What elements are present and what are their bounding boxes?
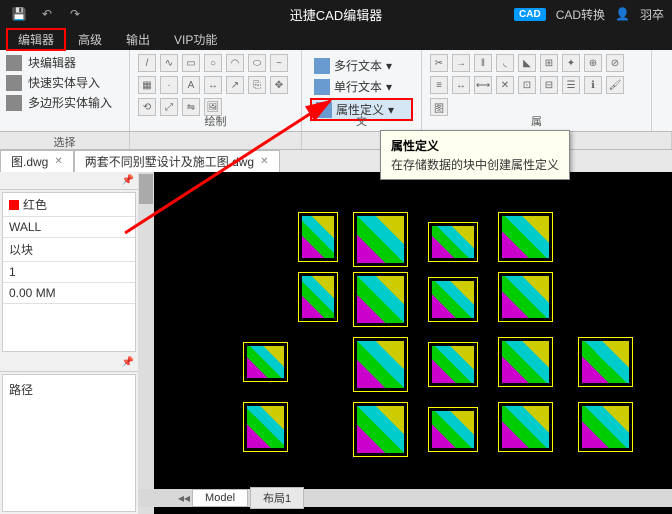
move-tool[interactable]: ✥ [270, 76, 288, 94]
user-icon[interactable]: 👤 [615, 7, 630, 21]
quick-import-button[interactable]: 快速实体导入 [6, 74, 123, 91]
prop-color[interactable]: 红色 [3, 193, 135, 217]
hatch-tool[interactable]: ▦ [138, 76, 156, 94]
tooltip-title: 属性定义 [391, 137, 559, 154]
import-icon [6, 75, 22, 91]
point-tool[interactable]: · [160, 76, 178, 94]
line-tool[interactable]: / [138, 54, 156, 72]
model-tab[interactable]: Model [192, 489, 248, 507]
tooltip-desc: 在存储数据的块中创建属性定义 [391, 156, 559, 173]
prop-size[interactable]: 0.00 MM [3, 283, 135, 304]
tab-nav-prev[interactable]: ◂◂ [178, 491, 190, 505]
block-icon [6, 55, 22, 71]
text-tool[interactable]: A [182, 76, 200, 94]
titlebar: 💾 ↶ ↷ 迅捷CAD编辑器 CAD CAD转换 👤 羽卒 [0, 0, 672, 28]
prop-scale[interactable]: 1 [3, 262, 135, 283]
menu-advanced[interactable]: 高级 [66, 28, 114, 51]
break-tool[interactable]: ⊘ [606, 54, 624, 72]
trim-tool[interactable]: ✂ [430, 54, 448, 72]
extend-tool[interactable]: → [452, 54, 470, 72]
app-title: 迅捷CAD编辑器 [290, 5, 382, 24]
layer-tool[interactable]: ☰ [562, 76, 580, 94]
select-label: 选择 [0, 132, 130, 149]
rect-tool[interactable]: ▭ [182, 54, 200, 72]
rotate-tool[interactable]: ⟲ [138, 98, 156, 116]
properties-panel: 📌 红色 WALL 以块 1 0.00 MM 📌 路径 [0, 172, 138, 514]
user-name: 羽卒 [640, 6, 664, 23]
chamfer-tool[interactable]: ◣ [518, 54, 536, 72]
undo-icon[interactable]: ↶ [36, 5, 58, 23]
join-tool[interactable]: ⊕ [584, 54, 602, 72]
copy-tool[interactable]: ⎘ [248, 76, 266, 94]
offset-tool[interactable]: ‖ [474, 54, 492, 72]
mtext-icon [314, 58, 330, 74]
properties-list: 红色 WALL 以块 1 0.00 MM [2, 192, 136, 352]
layout1-tab[interactable]: 布局1 [250, 487, 304, 509]
text-section-label: 文 [356, 113, 367, 129]
path-panel: 路径 [2, 374, 136, 512]
image2-tool[interactable]: 图 [430, 98, 448, 116]
attrdef-icon [316, 102, 332, 118]
lengthen-tool[interactable]: ⟷ [474, 76, 492, 94]
stext-icon [314, 79, 330, 95]
prop-tool[interactable]: ℹ [584, 76, 602, 94]
array-tool[interactable]: ⊞ [540, 54, 558, 72]
mirror-tool[interactable]: ⇋ [182, 98, 200, 116]
close-tab-icon[interactable]: ✕ [54, 156, 62, 167]
explode-tool[interactable]: ✦ [562, 54, 580, 72]
polygon-icon [6, 95, 22, 111]
prop-unit[interactable]: 以块 [3, 238, 135, 262]
arc-tool[interactable]: ◠ [226, 54, 244, 72]
menu-editor[interactable]: 编辑器 [6, 28, 66, 51]
fillet-tool[interactable]: ◟ [496, 54, 514, 72]
pin-icon[interactable]: 📌 [122, 175, 134, 186]
group-tool[interactable]: ⊡ [518, 76, 536, 94]
stext-button[interactable]: 单行文本 ▾ [310, 77, 413, 96]
ungroup-tool[interactable]: ⊟ [540, 76, 558, 94]
cad-badge: CAD [514, 8, 546, 21]
save-icon[interactable]: 💾 [8, 5, 30, 23]
file-tab-1[interactable]: 图.dwg✕ [0, 150, 74, 172]
file-tab-2[interactable]: 两套不同别墅设计及施工图.dwg✕ [74, 150, 280, 172]
match-tool[interactable]: 🖌 [606, 76, 624, 94]
ribbon: 块编辑器 快速实体导入 多边形实体输入 / ∿ ▭ ○ ◠ ⬭ ~ ▦ · A … [0, 50, 672, 132]
mtext-button[interactable]: 多行文本 ▾ [310, 56, 413, 75]
draw-section-label: 绘制 [205, 113, 227, 129]
redo-icon[interactable]: ↷ [64, 5, 86, 23]
align-tool[interactable]: ≡ [430, 76, 448, 94]
draw-tools: / ∿ ▭ ○ ◠ ⬭ ~ ▦ · A ↔ ↗ ⎘ ✥ ⟲ ⤢ ⇋ 🖼 [138, 54, 288, 116]
vertical-scrollbar[interactable] [138, 172, 154, 514]
close-tab-icon[interactable]: ✕ [260, 156, 268, 167]
cad-convert-link[interactable]: CAD转换 [556, 6, 605, 23]
color-swatch [9, 200, 19, 210]
ellipse-tool[interactable]: ⬭ [248, 54, 266, 72]
scale-tool[interactable]: ⤢ [160, 98, 178, 116]
polygon-input-button[interactable]: 多边形实体输入 [6, 94, 123, 111]
leader-tool[interactable]: ↗ [226, 76, 244, 94]
file-tabs: 图.dwg✕ 两套不同别墅设计及施工图.dwg✕ [0, 150, 672, 172]
menu-vip[interactable]: VIP功能 [162, 28, 229, 51]
stretch-tool[interactable]: ↔ [452, 76, 470, 94]
block-editor-button[interactable]: 块编辑器 [6, 54, 123, 71]
prop-layer[interactable]: WALL [3, 217, 135, 238]
modify-tools: ✂ → ‖ ◟ ◣ ⊞ ✦ ⊕ ⊘ ≡ ↔ ⟷ ✕ ⊡ ⊟ ☰ ℹ 🖌 图 [430, 54, 640, 116]
erase-tool[interactable]: ✕ [496, 76, 514, 94]
drawing-canvas[interactable] [138, 172, 672, 514]
path-label: 路径 [9, 381, 129, 398]
menubar: 编辑器 高级 输出 VIP功能 [0, 28, 672, 50]
tooltip: 属性定义 在存储数据的块中创建属性定义 [380, 130, 570, 180]
polyline-tool[interactable]: ∿ [160, 54, 178, 72]
modify-section-label: 属 [531, 113, 542, 129]
spline-tool[interactable]: ~ [270, 54, 288, 72]
menu-output[interactable]: 输出 [114, 28, 162, 51]
dim-tool[interactable]: ↔ [204, 76, 222, 94]
pin-icon[interactable]: 📌 [122, 357, 134, 368]
circle-tool[interactable]: ○ [204, 54, 222, 72]
layout-tabs: ◂◂ Model 布局1 [138, 489, 672, 507]
